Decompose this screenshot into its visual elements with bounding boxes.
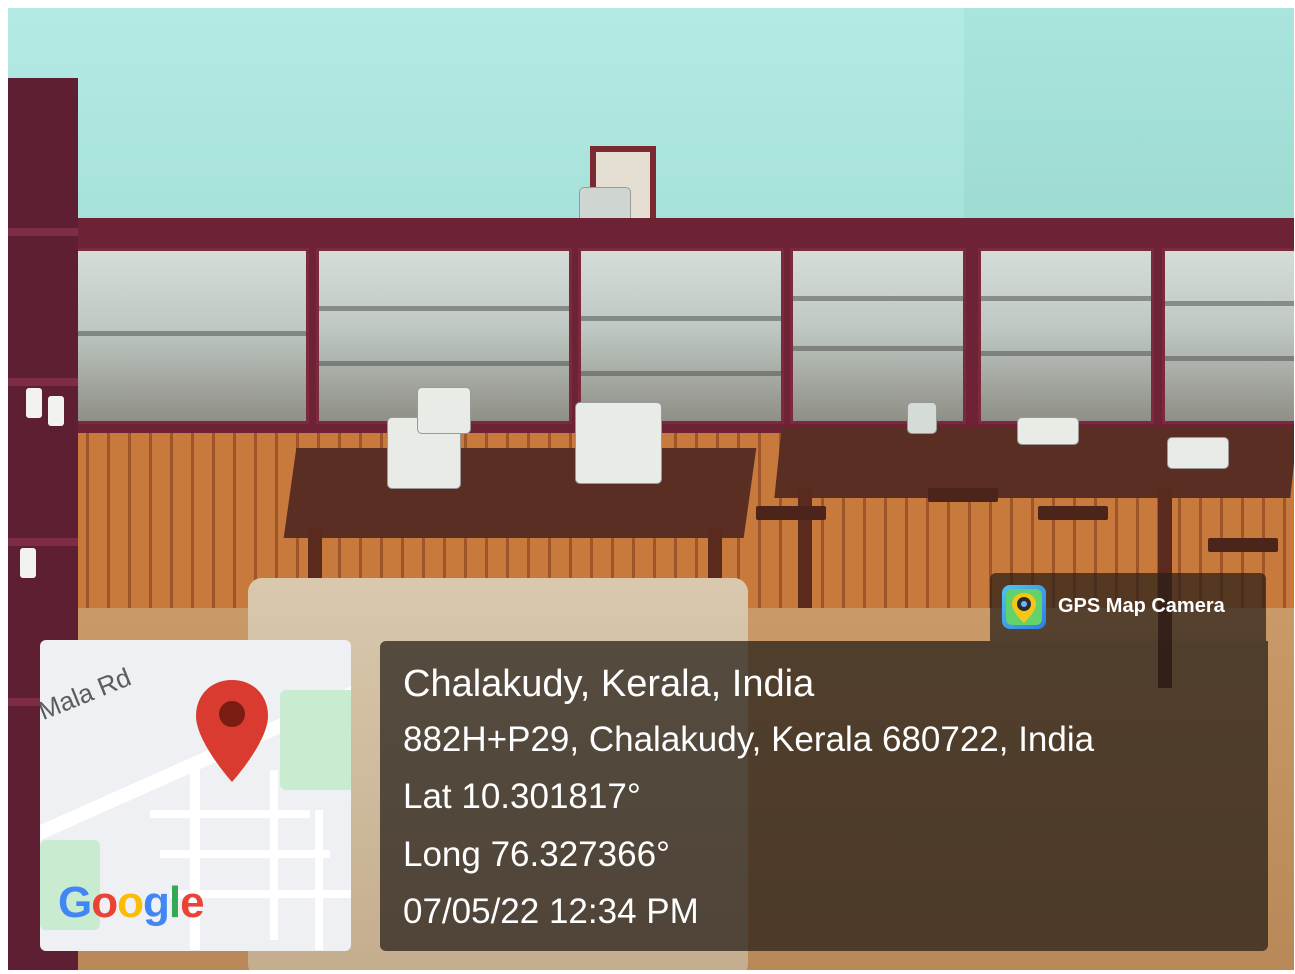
cabinet-pane [978,248,1154,424]
microscope [908,403,936,433]
location-title: Chalakudy, Kerala, India [403,663,815,705]
longitude: Long 76.327366° [403,835,671,874]
location-info-panel: Chalakudy, Kerala, India 882H+P29, Chala… [380,641,1268,951]
instrument [1168,438,1228,468]
gps-map-camera-badge: GPS Map Camera [990,573,1266,641]
analytical-balance [576,403,661,483]
stool [1208,538,1278,552]
instrument [418,388,470,433]
stool [756,506,826,520]
map-road-label: Mala Rd [40,661,136,726]
location-address: 882H+P29, Chalakudy, Kerala 680722, Indi… [403,720,1095,759]
timestamp: 07/05/22 12:34 PM [403,892,699,931]
google-logo: Google [58,878,205,927]
stool [928,488,998,502]
badge-label: GPS Map Camera [1058,595,1225,617]
map-park [280,690,351,790]
latitude: Lat 10.301817° [403,777,641,816]
stool [1038,506,1108,520]
glass-cabinet-row [38,218,1294,433]
lab-table-left [283,448,757,538]
cabinet-pane [790,248,966,424]
cabinet-pane [578,248,784,424]
instrument [1018,418,1078,444]
map-thumbnail: Mala Rd Google [40,640,351,951]
cabinet-pane [1162,248,1294,424]
cabinet-pane [48,248,309,424]
location-pin-icon [196,680,268,782]
gps-map-camera-app-icon [1002,585,1046,629]
